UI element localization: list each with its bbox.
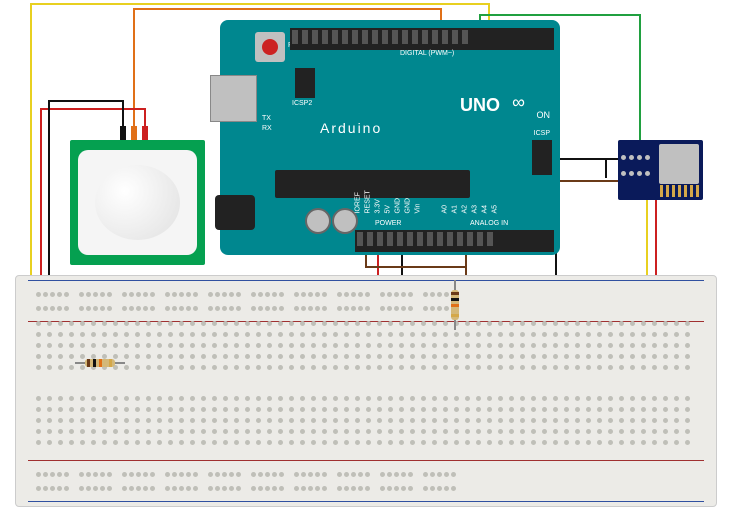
resistor-r1 [75, 358, 125, 368]
breadboard-terminal-top [36, 321, 696, 375]
pin-a4: A4 [482, 205, 489, 214]
wire-yellow-top [30, 3, 490, 5]
uno-label: UNO [460, 95, 500, 116]
rx-label: RX [262, 125, 272, 132]
esp-header-2x4 [621, 155, 651, 185]
power-label: POWER [375, 220, 401, 227]
resistor-r2 [450, 280, 460, 330]
esp-antenna [660, 185, 700, 197]
digital-label: DIGITAL (PWM~) [400, 50, 454, 57]
pin-reset: RESET [365, 190, 372, 213]
icsp-label: ICSP [534, 130, 550, 137]
digital-header [290, 28, 554, 50]
pin-a5: A5 [492, 205, 499, 214]
wire-black-pir-gnd2 [48, 100, 50, 290]
pin-ioref: IOREF [355, 192, 362, 213]
wire-brown-3v3-h [365, 266, 465, 268]
infinity-symbol: ∞ [512, 92, 525, 113]
pin-a2: A2 [462, 205, 469, 214]
tx-label: TX [262, 115, 271, 122]
pin-gnd2: GND [405, 198, 412, 214]
usb-port [210, 75, 257, 122]
wire-red-pir-vcc-h [40, 108, 144, 110]
wire-black-esp-gnd-h [555, 158, 620, 160]
wire-black-esp-gnd [605, 158, 607, 178]
icsp2-label: ICSP2 [292, 100, 312, 107]
capacitor-1 [305, 208, 331, 234]
wiring-diagram: RESET ICSP2 ICSP DIGITAL (PWM~) POWER AN… [0, 0, 734, 524]
icsp2-header [295, 68, 315, 98]
breadboard-bot-neg-rail [36, 478, 696, 498]
pir-pin-out [131, 126, 137, 140]
wire-green-top [479, 14, 639, 16]
reset-button [255, 32, 285, 62]
breadboard-terminal-bottom [36, 396, 696, 450]
pir-pin-vcc [142, 126, 148, 140]
wire-orange-pir-out [133, 8, 135, 138]
power-analog-header [355, 230, 554, 252]
wire-orange-top [133, 8, 440, 10]
pin-a1: A1 [452, 205, 459, 214]
pin-5v: 5V [385, 205, 392, 214]
wire-green-down [639, 14, 641, 159]
breadboard [15, 275, 717, 507]
breadboard-top-pos-rail [36, 298, 696, 318]
pin-a0: A0 [442, 205, 449, 214]
power-jack [215, 195, 255, 230]
pin-vin: Vin [415, 204, 422, 214]
wire-red-pir-vcc2 [40, 108, 42, 300]
esp8266-wifi-module [618, 140, 703, 200]
pin-3v3: 3.3V [375, 199, 382, 213]
arduino-uno-board: RESET ICSP2 ICSP DIGITAL (PWM~) POWER AN… [220, 20, 560, 255]
pir-motion-sensor [70, 140, 205, 265]
atmega-chip [275, 170, 470, 198]
esp-rf-shield [659, 144, 699, 184]
arduino-brand: Arduino [320, 120, 382, 136]
pin-a3: A3 [472, 205, 479, 214]
pin-gnd1: GND [395, 198, 402, 214]
on-label: ON [537, 110, 551, 120]
analog-label: ANALOG IN [470, 220, 508, 227]
wire-black-pir-gnd-h [48, 100, 124, 102]
icsp-header [532, 140, 552, 175]
pir-pin-gnd [120, 126, 126, 140]
